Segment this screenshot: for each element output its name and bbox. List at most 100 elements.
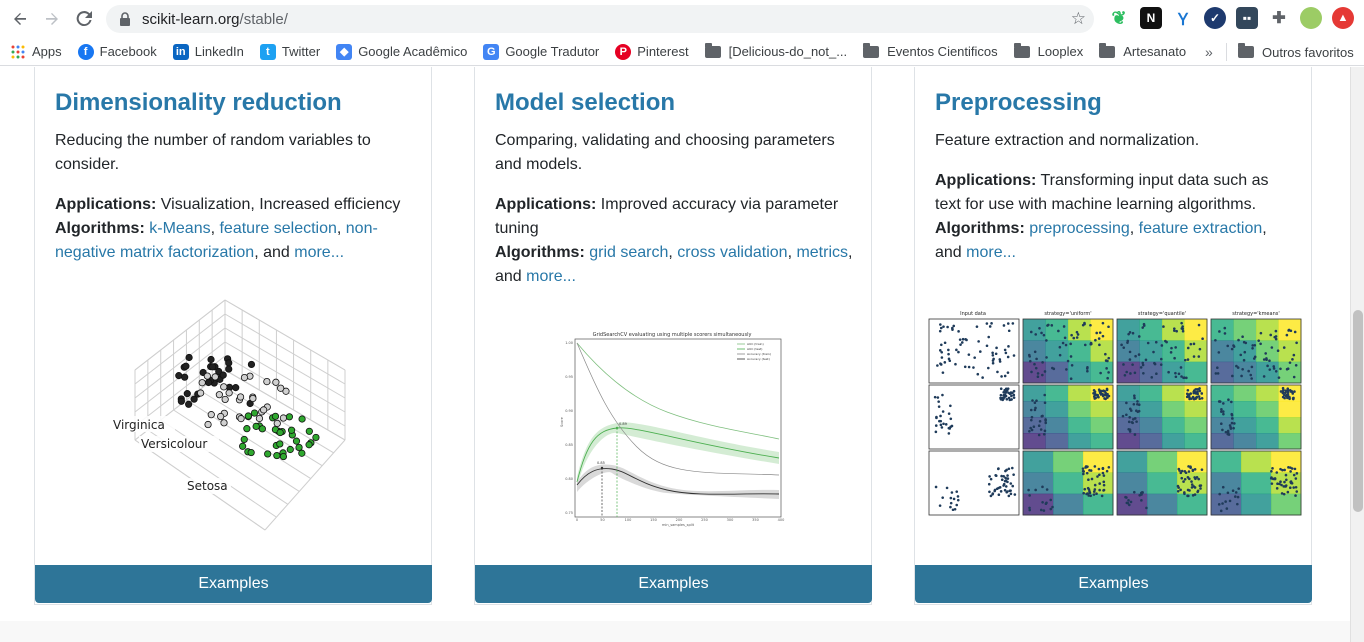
iris-3d-scatter-figure[interactable]: Virginica Versicolour Setosa bbox=[95, 290, 365, 540]
bookmark-label: Google Tradutor bbox=[505, 44, 600, 59]
bookmarks-bar: Apps f Facebook in LinkedIn t Twitter ◆ Google A… bbox=[0, 38, 1364, 66]
twitter-icon: t bbox=[259, 43, 276, 60]
bookmark-label: LinkedIn bbox=[194, 44, 244, 59]
card-preprocessing: Preprocessing Feature extraction and nor… bbox=[914, 67, 1312, 605]
discretization-panel bbox=[1022, 318, 1114, 384]
discretization-panel bbox=[1210, 384, 1302, 450]
puzzle-extensions-icon[interactable]: ✚ bbox=[1268, 7, 1290, 29]
card-description: Comparing, validating and choosing param… bbox=[495, 132, 835, 173]
gridsearch-figure[interactable]: GridSearchCV evaluating using multiple s… bbox=[557, 327, 787, 527]
x-tick-label: 50 bbox=[600, 518, 604, 522]
x-tick-label: 100 bbox=[625, 518, 632, 522]
column-title-uniform: strategy='uniform' bbox=[1044, 311, 1091, 317]
address-bar[interactable]: scikit-learn.org/stable/ ☆ bbox=[106, 5, 1094, 33]
discretization-panel bbox=[928, 450, 1020, 516]
bookmark-item[interactable]: Looplex bbox=[1013, 42, 1083, 59]
column-title-kmeans: strategy='kmeans' bbox=[1232, 311, 1279, 317]
annotation-accuracy-best: 0.85 bbox=[597, 461, 605, 465]
browser-toolbar: scikit-learn.org/stable/ ☆ ❦ N Ｙ ✓ ▪▪ ✚ … bbox=[0, 0, 1364, 38]
card-title[interactable]: Model selection bbox=[495, 89, 675, 117]
link-k-means[interactable]: k-Means bbox=[149, 220, 210, 237]
link-feature-selection[interactable]: feature selection bbox=[219, 220, 336, 237]
discretization-panel bbox=[928, 384, 1020, 450]
bookmark-label: Facebook bbox=[99, 44, 157, 59]
annotation-auc-best: 0.89 bbox=[619, 422, 627, 426]
y-tick-label: 0.90 bbox=[565, 409, 573, 413]
examples-button[interactable]: Examples bbox=[475, 565, 872, 603]
card-model-selection: Model selection Comparing, validating an… bbox=[474, 67, 872, 605]
back-icon[interactable] bbox=[4, 3, 36, 35]
folder-icon bbox=[1099, 42, 1116, 58]
page-scrollbar[interactable] bbox=[1350, 67, 1364, 642]
discretization-panel bbox=[1116, 450, 1208, 516]
bookmark-item[interactable]: G Google Tradutor bbox=[483, 43, 600, 60]
x-tick-label: 0 bbox=[576, 518, 578, 522]
card-description: Feature extraction and normalization. bbox=[935, 132, 1200, 149]
legend-entry: Accuracy (test) bbox=[747, 357, 770, 361]
discretization-grid-figure[interactable]: Input data strategy='uniform' strategy='… bbox=[927, 309, 1303, 523]
profile-avatar-icon[interactable] bbox=[1300, 7, 1322, 29]
x-tick-label: 350 bbox=[752, 518, 759, 522]
bookmark-label: Artesanato bbox=[1123, 44, 1187, 59]
bookmark-item[interactable]: ◆ Google Acadêmico bbox=[336, 43, 467, 60]
dashboard-extension-icon[interactable]: ▪▪ bbox=[1236, 7, 1258, 29]
legend-entry: AUC (test) bbox=[747, 347, 762, 351]
bookmark-item[interactable]: in LinkedIn bbox=[172, 43, 244, 60]
apps-grid-icon bbox=[10, 44, 26, 60]
scrollbar-thumb[interactable] bbox=[1353, 310, 1363, 512]
x-tick-label: 150 bbox=[650, 518, 657, 522]
examples-button[interactable]: Examples bbox=[915, 565, 1312, 603]
applications-label: Applications: bbox=[935, 172, 1037, 189]
figure-title: GridSearchCV evaluating using multiple s… bbox=[593, 332, 752, 338]
forward-icon[interactable] bbox=[36, 3, 68, 35]
vivaldi-icon[interactable]: Ｙ bbox=[1172, 7, 1194, 29]
link-more[interactable]: more... bbox=[526, 268, 576, 285]
bookmark-item[interactable]: Apps bbox=[10, 44, 62, 60]
folder-icon bbox=[704, 42, 721, 58]
link-grid-search[interactable]: grid search bbox=[589, 244, 668, 261]
discretization-panel bbox=[1116, 318, 1208, 384]
card-applications: Applications: Transforming input data su… bbox=[935, 169, 1295, 265]
other-bookmarks-folder[interactable]: Outros favoritos bbox=[1238, 38, 1354, 66]
url-text: scikit-learn.org/stable/ bbox=[142, 10, 288, 28]
and-text: , and bbox=[254, 244, 295, 261]
separator: , bbox=[336, 220, 346, 237]
column-title-input: Input data bbox=[960, 311, 986, 317]
link-metrics[interactable]: metrics bbox=[796, 244, 848, 261]
bookmarks-overflow-button[interactable]: » bbox=[1205, 44, 1213, 60]
bookmark-item[interactable]: [Delicious-do_not_... bbox=[704, 42, 847, 59]
applications-label: Applications: bbox=[495, 196, 597, 213]
applications-label: Applications: bbox=[55, 196, 157, 213]
bookmarks-divider bbox=[1226, 43, 1227, 61]
examples-button[interactable]: Examples bbox=[35, 565, 432, 603]
bookmark-star-icon[interactable]: ☆ bbox=[1071, 9, 1086, 29]
bookmark-label: Apps bbox=[32, 44, 62, 59]
bookmark-item[interactable]: Artesanato bbox=[1099, 42, 1187, 59]
link-cross-validation[interactable]: cross validation bbox=[677, 244, 787, 261]
update-arrow-icon[interactable]: ▲ bbox=[1332, 7, 1354, 29]
check-extension-icon[interactable]: ✓ bbox=[1204, 7, 1226, 29]
card-title[interactable]: Preprocessing bbox=[935, 89, 1102, 117]
card-title[interactable]: Dimensionality reduction bbox=[55, 89, 342, 117]
link-feature-extraction[interactable]: feature extraction bbox=[1139, 220, 1263, 237]
y-tick-label: 0.85 bbox=[565, 443, 573, 447]
separator: , bbox=[668, 244, 678, 261]
evernote-icon[interactable]: ❦ bbox=[1108, 7, 1130, 29]
translate-icon: G bbox=[483, 43, 500, 60]
x-tick-label: 200 bbox=[676, 518, 683, 522]
bookmark-item[interactable]: t Twitter bbox=[259, 43, 320, 60]
other-bookmarks-label: Outros favoritos bbox=[1262, 44, 1354, 60]
legend-entry: Accuracy (train) bbox=[747, 352, 771, 356]
link-more[interactable]: more... bbox=[294, 244, 344, 261]
discretization-panel bbox=[1022, 450, 1114, 516]
x-axis-label: min_samples_split bbox=[662, 523, 695, 527]
reload-icon[interactable] bbox=[68, 3, 100, 35]
link-more[interactable]: more... bbox=[966, 244, 1016, 261]
bookmark-item[interactable]: P Pinterest bbox=[615, 43, 689, 60]
card-description: Reducing the number of random variables … bbox=[55, 132, 371, 173]
link-preprocessing[interactable]: preprocessing bbox=[1029, 220, 1130, 237]
bookmark-item[interactable]: f Facebook bbox=[77, 43, 157, 60]
bookmark-item[interactable]: Eventos Cientificos bbox=[863, 42, 998, 59]
y-axis-label: Score bbox=[560, 417, 564, 427]
notion-icon[interactable]: N bbox=[1140, 7, 1162, 29]
